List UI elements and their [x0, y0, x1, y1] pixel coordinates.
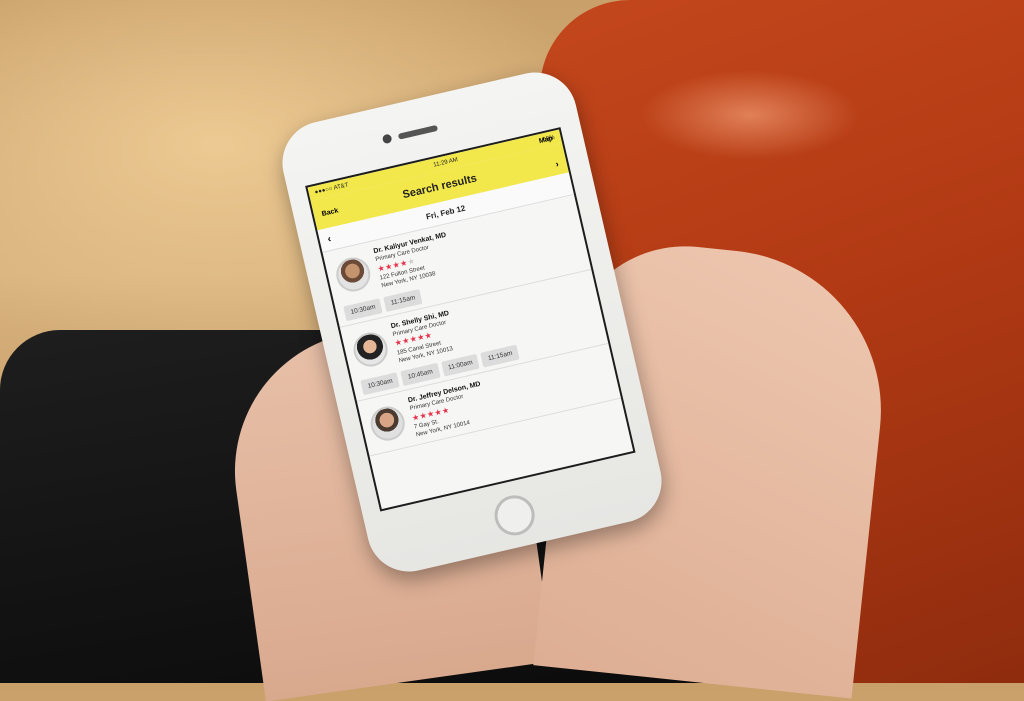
- time-slot-button[interactable]: 11:15am: [480, 344, 520, 368]
- sofa-highlight: [640, 70, 860, 160]
- star-icon: ★: [440, 404, 451, 416]
- doctor-info: Dr. Shelly Shi, MD Primary Care Doctor ★★★…: [390, 309, 458, 366]
- chevron-right-icon[interactable]: ›: [555, 159, 560, 169]
- time-slot-button[interactable]: 10:45am: [400, 362, 441, 386]
- doctor-info: Dr. Jeffrey Delson, MD Primary Care Docto…: [407, 380, 489, 440]
- doctor-avatar: [350, 328, 391, 370]
- chevron-left-icon[interactable]: ‹: [326, 233, 332, 244]
- time-slot-button[interactable]: 10:30am: [343, 297, 383, 321]
- back-button[interactable]: Back: [321, 207, 339, 218]
- star-icon: ★: [406, 255, 417, 267]
- doctor-avatar: [367, 403, 409, 445]
- date-label: Fri, Feb 12: [425, 203, 467, 222]
- doctor-info: Dr. Kaliyur Venkat, MD Primary Care Docto…: [373, 231, 455, 291]
- star-icon: ★: [423, 330, 434, 341]
- time-slot-button[interactable]: 11:15am: [383, 288, 423, 312]
- time-slot-button[interactable]: 10:30am: [360, 372, 401, 396]
- time-slot-button[interactable]: 11:00am: [440, 353, 481, 377]
- doctor-avatar: [332, 254, 374, 296]
